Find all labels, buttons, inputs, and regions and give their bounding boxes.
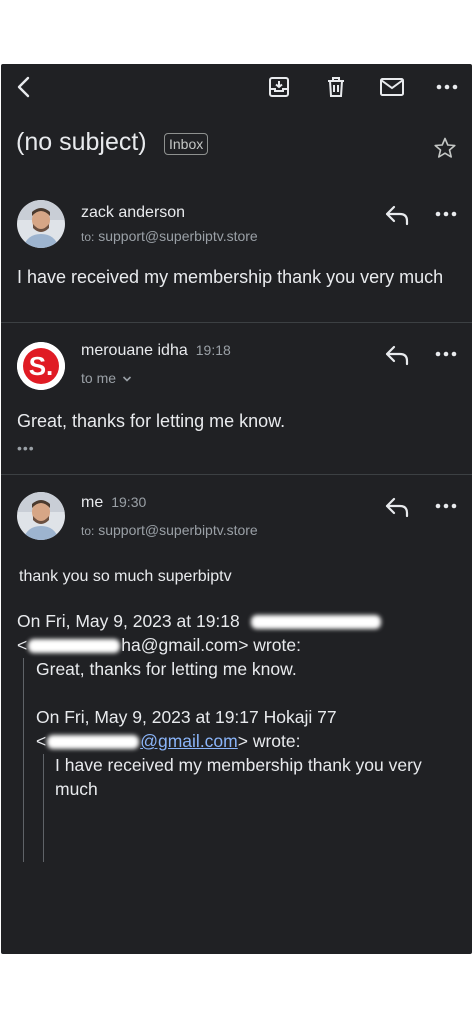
sender-name: merouane idha xyxy=(81,342,188,359)
redacted-email xyxy=(47,735,140,750)
avatar[interactable] xyxy=(17,492,65,540)
more-icon[interactable] xyxy=(432,72,462,102)
archive-icon[interactable] xyxy=(264,72,294,102)
email-link[interactable]: @gmail.com xyxy=(140,731,238,751)
redacted-email xyxy=(28,639,121,654)
quoted-text-1: Great, thanks for letting me know. xyxy=(36,659,297,679)
avatar[interactable] xyxy=(17,200,65,248)
mail-icon[interactable] xyxy=(377,72,407,102)
inbox-label-badge[interactable]: Inbox xyxy=(164,133,209,155)
quote-header-1: On Fri, May 9, 2023 at 19:18 xyxy=(17,609,381,633)
message-1[interactable]: zack anderson to: support@superbiptv.sto… xyxy=(1,196,472,322)
toolbar xyxy=(1,64,472,108)
avatar[interactable]: S. xyxy=(17,342,65,390)
message-time: 19:18 xyxy=(195,342,231,358)
message-body: Great, thanks for letting me know. xyxy=(17,411,286,431)
quote-close: > wrote: xyxy=(237,731,301,751)
recipient-line[interactable]: to me xyxy=(81,370,132,386)
quote-bar xyxy=(23,658,24,862)
to-label: to: xyxy=(81,524,95,538)
quote-address-tail: ha@gmail.com> wrote: xyxy=(121,635,301,655)
subject-row: (no subject) Inbox xyxy=(16,128,457,172)
message-3[interactable]: me 19:30 to: support@superbiptv.store tha… xyxy=(1,488,472,948)
sender-name: zack anderson xyxy=(81,204,186,221)
show-trimmed-content-button[interactable]: ••• xyxy=(17,440,35,456)
to-label: to: xyxy=(81,230,95,244)
sender-name: me xyxy=(81,494,104,511)
message-more-icon[interactable] xyxy=(434,346,462,370)
quote-header-2-address: < @gmail.com> wrote: xyxy=(36,729,301,753)
trash-icon[interactable] xyxy=(321,72,351,102)
redacted-name xyxy=(250,615,381,630)
back-icon[interactable] xyxy=(9,72,39,102)
reply-icon[interactable] xyxy=(384,344,412,368)
svg-text:S.: S. xyxy=(29,351,54,381)
sender-line: me 19:30 xyxy=(81,494,146,512)
message-time: 19:30 xyxy=(111,494,147,510)
recipient-text: to me xyxy=(81,370,117,386)
quote-date-line: On Fri, May 9, 2023 at 19:18 xyxy=(17,611,240,631)
chevron-down-icon[interactable] xyxy=(122,370,132,386)
reply-icon[interactable] xyxy=(384,496,412,520)
message-divider xyxy=(1,474,127,475)
email-thread-screen: (no subject) Inbox zack anderson to: sup… xyxy=(1,64,472,954)
quote-header-2: On Fri, May 9, 2023 at 19:17 Hokaji 77 xyxy=(36,707,337,727)
message-body: I have received my membership thank you … xyxy=(17,267,444,287)
quote-header-1-address: < ha@gmail.com> wrote: xyxy=(17,633,301,657)
recipient-address: support@superbiptv.store xyxy=(98,522,258,538)
quote-open: < xyxy=(36,731,47,751)
star-icon[interactable] xyxy=(433,136,457,165)
message-divider xyxy=(1,322,472,323)
message-more-icon[interactable] xyxy=(434,206,462,230)
recipient-line[interactable]: to: support@superbiptv.store xyxy=(81,228,258,244)
message-body: thank you so much superbiptv xyxy=(19,568,232,585)
sender-line: merouane idha 19:18 xyxy=(81,342,231,360)
thread-subject: (no subject) xyxy=(16,128,147,156)
message-2[interactable]: S. merouane idha 19:18 to me Great, thank… xyxy=(1,336,472,472)
quote-open: < xyxy=(17,635,28,655)
quote-bar-nested xyxy=(43,754,44,862)
recipient-line[interactable]: to: support@superbiptv.store xyxy=(81,522,258,538)
message-more-icon[interactable] xyxy=(434,498,462,522)
message-divider xyxy=(127,474,472,475)
reply-icon[interactable] xyxy=(384,204,412,228)
recipient-address: support@superbiptv.store xyxy=(98,228,258,244)
quoted-text-2: I have received my membership thank you … xyxy=(55,755,422,799)
